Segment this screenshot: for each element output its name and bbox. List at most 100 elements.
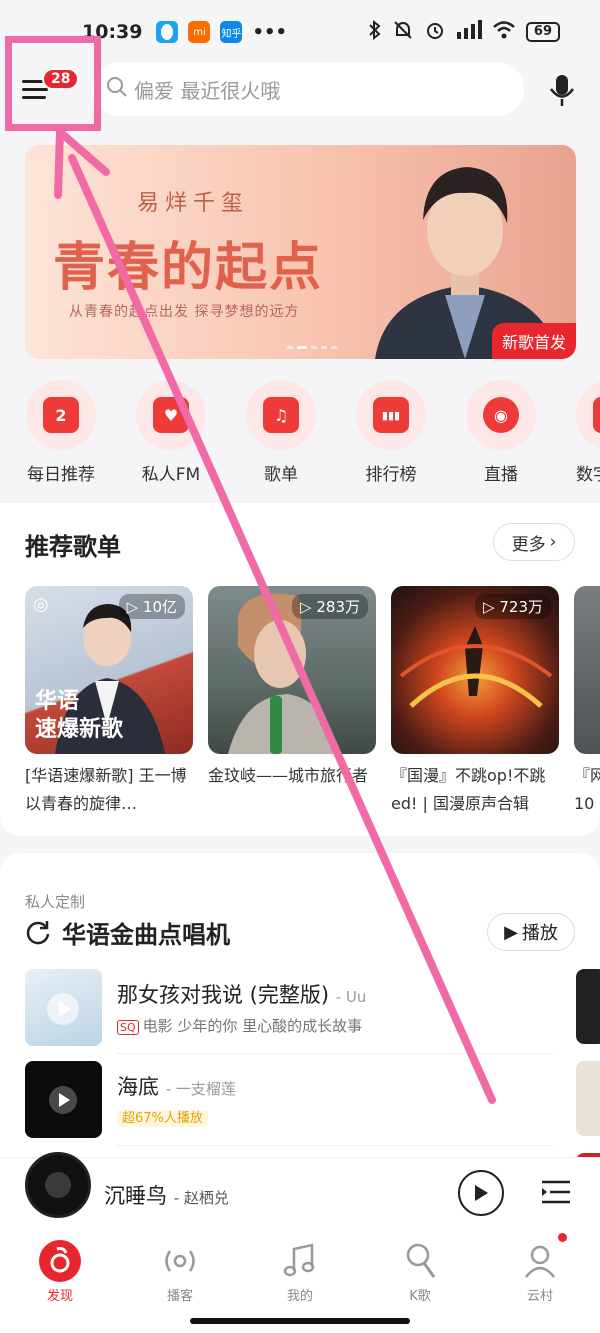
song-row[interactable]: 那女孩对我说 (完整版) - Uu SQ 电影 少年的你 里心酸的成长故事 (25, 969, 555, 1049)
play-count: ▷ 283万 (292, 594, 368, 619)
song-title: 那女孩对我说 (完整版) - Uu (117, 983, 367, 1007)
discover-icon (38, 1239, 82, 1283)
community-icon (518, 1239, 562, 1283)
playlist-card[interactable]: 『网10万 (574, 586, 600, 818)
next-column-thumbnail (576, 1061, 600, 1136)
shortcut-charts[interactable]: ▮▮▮ 排行榜 (336, 380, 446, 485)
song-artist: - 一支榴莲 (165, 1080, 236, 1098)
shortcut-label: 排行榜 (365, 465, 417, 485)
play-overlay-icon (47, 993, 79, 1025)
playlist-name: 『国漫』不跳op!不跳ed! | 国漫原声合辑 (391, 766, 546, 813)
playlist-cover: ▷ 283万 (208, 586, 376, 754)
tab-karaoke[interactable]: K歌 (360, 1239, 480, 1304)
play-label: 播放 (521, 923, 558, 944)
tab-label: 发现 (46, 1289, 73, 1304)
play-all-button[interactable]: ▶ 播放 (487, 913, 575, 951)
tab-label: 播客 (166, 1289, 193, 1304)
banner-tag: 新歌首发 (491, 323, 576, 359)
banner-artist: 易烊千玺 (137, 191, 250, 216)
shortcut-digital[interactable]: ◐ 数字 (556, 380, 600, 485)
song-thumbnail (25, 1061, 102, 1138)
voice-search-mic-icon[interactable] (546, 72, 578, 108)
personal-picks-section: 私人定制 华语金曲点唱机 ▶ 播放 那女孩对我说 (完整版) - Uu SQ 电影… (0, 853, 600, 1173)
more-label: 更多 (511, 534, 546, 555)
recommended-playlists-section: 推荐歌单 更多 › ◎ ▷ 10亿 华语 速爆新歌 [华语速爆新歌] 王一博以青… (0, 503, 600, 836)
playlist-icon: ♫ (263, 397, 299, 433)
song-row[interactable]: 海底 - 一支榴莲 超67%人播放 (25, 1061, 555, 1141)
playlist-name: 金玟岐——城市旅行者 (208, 766, 369, 785)
search-input[interactable]: 偏爱 最近很火哦 (92, 62, 524, 116)
karaoke-mic-icon (398, 1239, 442, 1283)
digital-album-icon: ◐ (593, 397, 600, 433)
refresh-icon[interactable] (25, 919, 51, 945)
mi-app-icon: mi (188, 21, 211, 43)
tab-label: 云村 (526, 1289, 553, 1304)
shortcut-label: 数字 (576, 465, 600, 485)
chevron-right-icon: › (549, 532, 557, 552)
play-overlay-icon (49, 1086, 77, 1114)
shortcut-label: 歌单 (264, 465, 298, 485)
playlist-name: 『网10万 (574, 766, 600, 813)
shortcut-daily-recommend[interactable]: 2 每日推荐 (6, 380, 116, 485)
song-subtitle: 超67%人播放 (117, 1107, 208, 1127)
shortcut-label: 每日推荐 (27, 465, 95, 485)
song-subtitle: SQ 电影 少年的你 里心酸的成长故事 (117, 1015, 362, 1036)
annotation-highlight-box (5, 36, 101, 131)
mute-bell-icon (392, 19, 414, 45)
qq-icon (156, 21, 179, 43)
tab-podcast[interactable]: 播客 (120, 1239, 240, 1304)
tab-discover[interactable]: 发现 (0, 1239, 120, 1304)
shortcut-label: 私人FM (141, 465, 201, 485)
mini-player[interactable]: 沉睡鸟 - 赵栖兑 (0, 1152, 600, 1227)
play-count: ▷ 723万 (475, 594, 551, 619)
chart-bars-icon: ▮▮▮ (373, 397, 409, 433)
shortcut-playlists[interactable]: ♫ 歌单 (226, 380, 336, 485)
playlist-cover: ▷ 723万 (391, 586, 559, 754)
tab-label: 我的 (286, 1289, 313, 1304)
tab-mine[interactable]: 我的 (240, 1239, 360, 1304)
wifi-icon (492, 20, 516, 44)
bottom-tab-bar: 发现 播客 我的 K歌 云村 (0, 1227, 600, 1333)
shortcut-live[interactable]: ◉ 直播 (446, 380, 556, 485)
podcast-icon (158, 1239, 202, 1283)
tab-label: K歌 (409, 1289, 431, 1304)
now-playing-title: 沉睡鸟 - 赵栖兑 (104, 1184, 229, 1208)
hot-play-badge: 超67%人播放 (117, 1110, 208, 1127)
play-pause-button[interactable] (458, 1170, 504, 1216)
more-notifications: ••• (252, 21, 287, 43)
home-indicator[interactable] (190, 1318, 410, 1324)
alarm-icon (424, 19, 446, 45)
section-title: 推荐歌单 (25, 533, 121, 561)
shortcut-row: 2 每日推荐 ♥ 私人FM ♫ 歌单 ▮▮▮ 排行榜 ◉ 直播 ◐ 数字 (0, 380, 600, 490)
play-icon (475, 1185, 488, 1201)
playlist-cover: ◎ ▷ 10亿 华语 速爆新歌 (25, 586, 193, 754)
battery-indicator: 69 (525, 22, 560, 42)
playlist-queue-icon[interactable] (540, 1176, 572, 1208)
now-playing-artist: - 赵栖兑 (173, 1189, 229, 1207)
more-button[interactable]: 更多 › (493, 523, 575, 561)
signal-icon (456, 20, 482, 44)
play-count: ▷ 10亿 (118, 594, 185, 619)
tab-community[interactable]: 云村 (480, 1239, 600, 1304)
search-icon (106, 76, 128, 102)
now-playing-disc (25, 1152, 91, 1218)
bluetooth-icon (368, 19, 382, 44)
playlist-card[interactable]: ▷ 283万 金玟岐——城市旅行者 (208, 586, 376, 818)
playlist-name: [华语速爆新歌] 王一博以青春的旋律… (25, 766, 187, 813)
play-triangle-icon: ▶ (504, 921, 518, 943)
banner-pagination (287, 346, 337, 349)
divider (117, 1145, 553, 1146)
section-label: 私人定制 (25, 893, 86, 911)
playlist-card[interactable]: ◎ ▷ 10亿 华语 速爆新歌 [华语速爆新歌] 王一博以青春的旋律… (25, 586, 193, 818)
section-title: 华语金曲点唱机 (62, 921, 230, 949)
notification-dot (558, 1233, 567, 1242)
radio-heart-icon: ♥ (153, 397, 189, 433)
playlist-card[interactable]: ▷ 723万 『国漫』不跳op!不跳ed! | 国漫原声合辑 (391, 586, 559, 818)
song-thumbnail (25, 969, 102, 1046)
calendar-icon: 2 (43, 397, 79, 433)
shortcut-private-fm[interactable]: ♥ 私人FM (116, 380, 226, 485)
zhihu-app-icon: 知乎 (220, 21, 243, 43)
search-placeholder: 偏爱 最近很火哦 (134, 78, 281, 103)
promo-banner[interactable]: 易烊千玺 青春的起点 从青春的起点出发 探寻梦想的远方 新歌首发 (25, 145, 576, 359)
banner-subtitle: 从青春的起点出发 探寻梦想的远方 (69, 304, 300, 320)
